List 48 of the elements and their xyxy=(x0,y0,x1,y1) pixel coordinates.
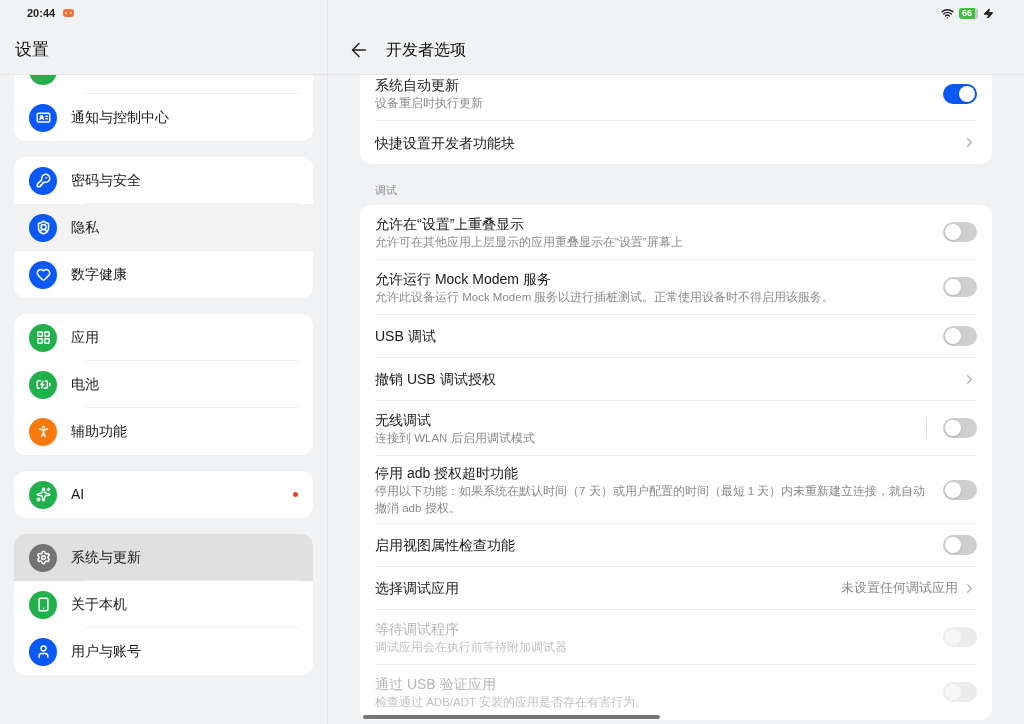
setting-title: USB 调试 xyxy=(375,327,436,346)
status-time: 20:44 xyxy=(27,5,56,21)
home-indicator[interactable] xyxy=(363,715,660,719)
setting-title: 启用视图属性检查功能 xyxy=(375,536,515,555)
toggle-switch[interactable] xyxy=(943,535,977,555)
game-app-icon xyxy=(63,9,75,17)
setting-description: 允许此设备运行 Mock Modem 服务以进行插桩测试。正常使用设备时不得启用该服务。 xyxy=(375,289,835,305)
sidebar-label: 用户与账号 xyxy=(71,642,142,661)
section-header: 调试 xyxy=(374,183,398,198)
setting-title: 停用 adb 授权超时功能 xyxy=(375,463,519,483)
toggle-switch[interactable] xyxy=(943,326,977,346)
page-title: 设置 xyxy=(15,39,49,62)
setting-title: 选择调试应用 xyxy=(375,579,459,598)
setting-title: 撤销 USB 调试授权 xyxy=(375,370,496,389)
sidebar-item[interactable]: 系统与更新 xyxy=(14,534,313,581)
toggle-switch[interactable] xyxy=(943,479,977,500)
charging-icon xyxy=(983,7,994,19)
setting-title: 允许运行 Mock Modem 服务 xyxy=(375,269,551,289)
toggle-switch[interactable] xyxy=(943,222,977,242)
sidebar-label: 通知与控制中心 xyxy=(71,108,170,127)
toggle-switch[interactable] xyxy=(943,83,977,104)
sidebar-label: 密码与安全 xyxy=(71,171,142,190)
sidebar-label: AI xyxy=(71,485,86,504)
setting-description: 连接到 WLAN 后启用调试模式 xyxy=(375,430,535,446)
setting-description: 停用以下功能：如果系统在默认时间（7 天）或用户配置的时间（最短 1 天）内未重新建立连接，就自动撤消 adb 授权。 xyxy=(375,483,927,516)
sidebar-label: 隐私 xyxy=(71,218,100,237)
wifi-icon xyxy=(941,6,954,20)
toggle-switch[interactable] xyxy=(943,277,977,297)
battery-level: 66 xyxy=(959,7,978,19)
sidebar-item[interactable]: AI xyxy=(14,471,313,518)
sidebar-label: 数字健康 xyxy=(71,265,128,284)
setting-title: 系统自动更新 xyxy=(375,76,459,95)
setting-description: 允许可在其他应用上层显示的应用重叠显示在“设置”屏幕上 xyxy=(375,234,683,250)
sidebar-label: 辅助功能 xyxy=(71,422,128,441)
setting-title: 通过 USB 验证应用 xyxy=(375,674,496,694)
setting-title: 快捷设置开发者功能块 xyxy=(375,133,515,153)
setting-title: 等待调试程序 xyxy=(375,619,459,639)
sidebar-label: 系统与更新 xyxy=(71,548,142,567)
page-title: 开发者选项 xyxy=(386,40,466,60)
setting-value: 未设置任何调试应用 xyxy=(841,579,958,597)
setting-title: 允许在“设置”上重叠显示 xyxy=(375,214,525,234)
sidebar-label: 关于本机 xyxy=(71,595,128,614)
setting-title: 无线调试 xyxy=(375,410,431,430)
toggle-switch[interactable] xyxy=(943,418,977,438)
sidebar-item[interactable]: 隐私 xyxy=(14,204,313,251)
setting-description: 设备重启时执行更新 xyxy=(375,96,483,111)
sidebar-label: 应用 xyxy=(71,328,100,347)
sidebar-label: 电池 xyxy=(71,375,100,394)
